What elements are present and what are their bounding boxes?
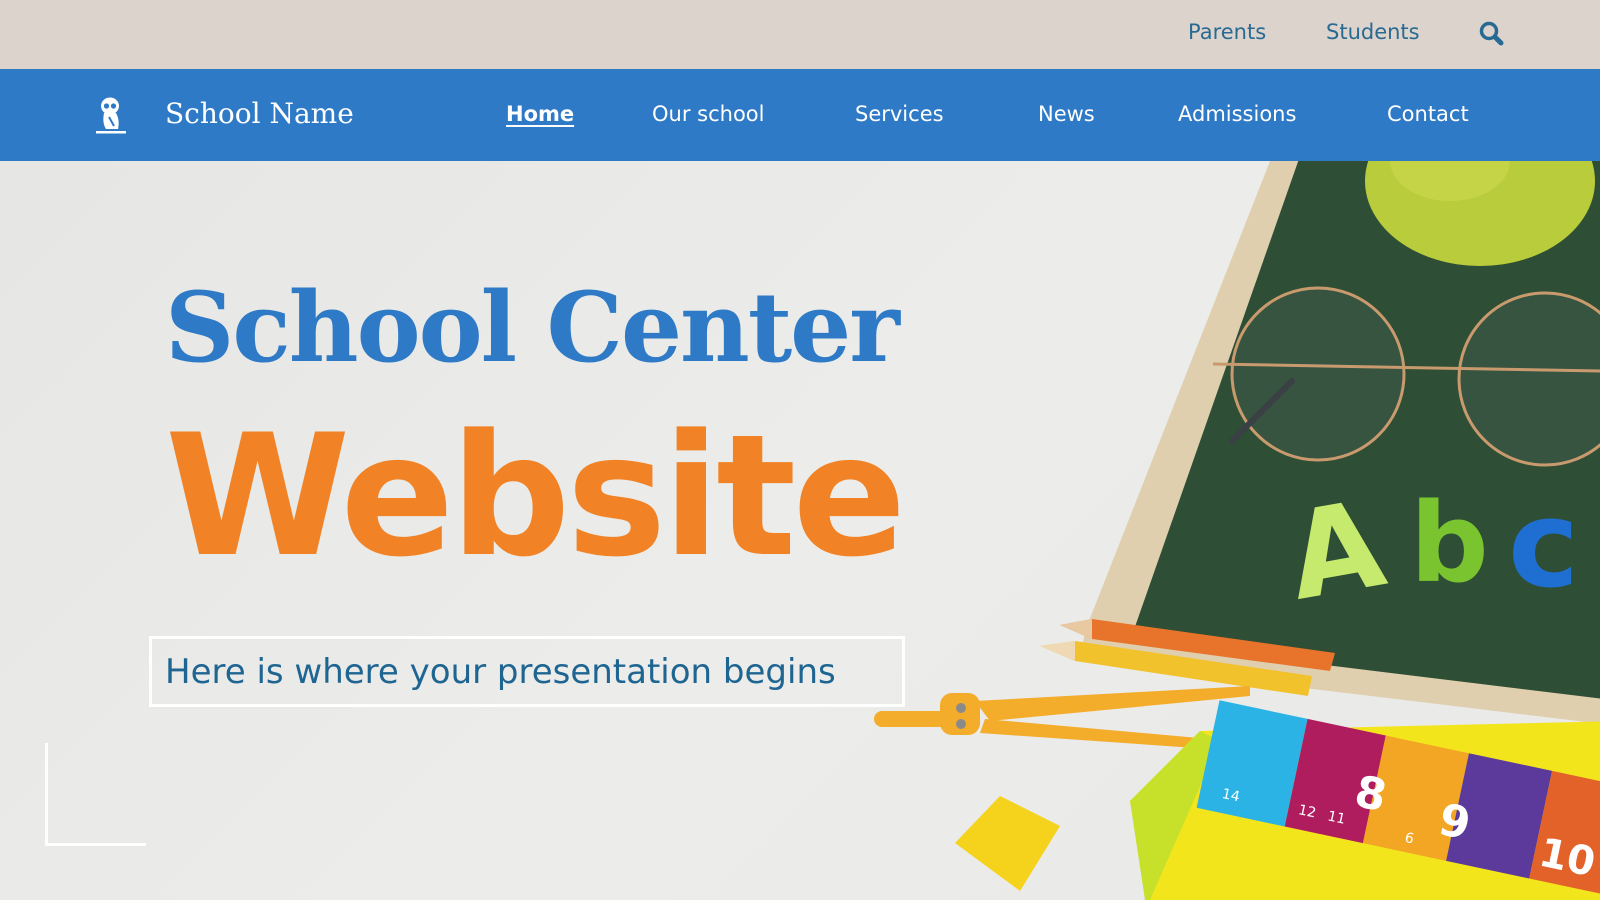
nav-our-school[interactable]: Our school	[652, 102, 764, 126]
school-name[interactable]: School Name	[165, 97, 354, 130]
hero-title-line2: Website	[165, 398, 906, 594]
search-icon	[1479, 21, 1504, 46]
nav-home[interactable]: Home	[506, 102, 574, 126]
nav-services[interactable]: Services	[855, 102, 944, 126]
utility-link-parents[interactable]: Parents	[1188, 20, 1266, 44]
hero-subtitle: Here is where your presentation begins	[165, 652, 836, 692]
utility-link-students[interactable]: Students	[1326, 20, 1420, 44]
corner-decoration	[45, 743, 146, 846]
abc-letters: A b c	[1278, 475, 1579, 628]
letter-b: b	[1410, 479, 1489, 607]
search-button[interactable]	[1478, 20, 1506, 48]
nav-admissions[interactable]: Admissions	[1178, 102, 1296, 126]
nav-contact[interactable]: Contact	[1387, 102, 1469, 126]
logo[interactable]	[94, 96, 128, 134]
hero-title-line1: School Center	[165, 271, 900, 384]
nav-news[interactable]: News	[1038, 102, 1095, 126]
sharpener	[955, 796, 1060, 891]
owl-icon	[96, 97, 126, 134]
letter-c: c	[1508, 476, 1579, 615]
